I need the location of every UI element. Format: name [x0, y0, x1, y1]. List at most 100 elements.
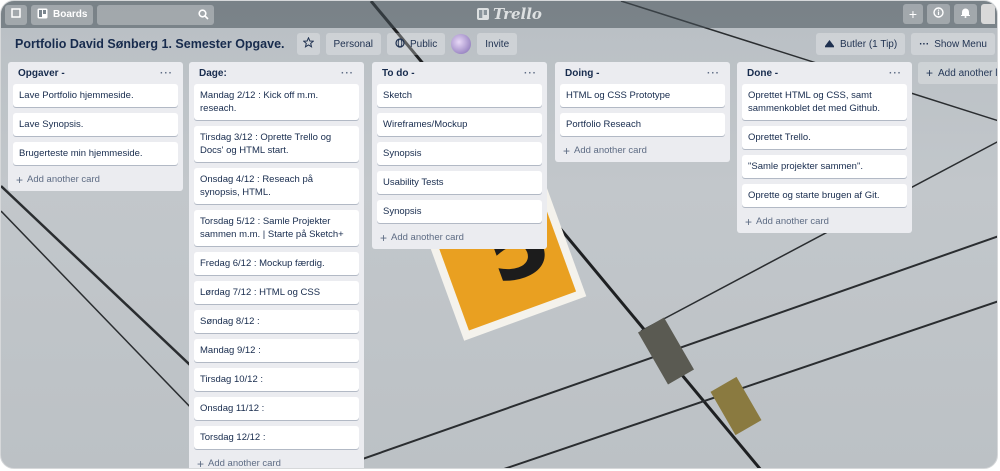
plus-icon: + [745, 214, 753, 229]
list-header[interactable]: To do - ··· [377, 62, 542, 84]
add-card-label: Add another card [756, 216, 829, 227]
personal-label: Personal [333, 38, 373, 50]
star-icon [301, 36, 315, 51]
add-card-button[interactable]: + Add another card [194, 455, 359, 469]
board-header: Portfolio David Sønberg 1. Semester Opga… [1, 31, 997, 57]
add-list-button[interactable]: + Add another list [918, 62, 998, 84]
card[interactable]: Usability Tests [377, 171, 542, 194]
boards-button[interactable]: Boards [31, 4, 94, 25]
info-button[interactable] [927, 4, 950, 24]
list-title[interactable]: Opgaver - [18, 68, 65, 79]
list-menu-icon[interactable]: ··· [160, 68, 173, 79]
card[interactable]: Onsdag 4/12 : Reseach på synopsis, HTML. [194, 168, 359, 204]
notifications-button[interactable] [954, 4, 977, 24]
star-button[interactable] [296, 33, 320, 55]
list-header[interactable]: Done - ··· [742, 62, 907, 84]
bell-icon [960, 7, 971, 21]
list-done: Done - ··· Oprettet HTML og CSS, samt sa… [737, 62, 912, 233]
invite-label: Invite [485, 38, 510, 50]
card[interactable]: Fredag 6/12 : Mockup færdig. [194, 252, 359, 275]
card[interactable]: Lørdag 7/12 : HTML og CSS [194, 281, 359, 304]
plus-icon: + [563, 143, 571, 158]
add-list-label: Add another list [938, 67, 998, 79]
list-menu-icon[interactable]: ··· [341, 68, 354, 79]
invite-button[interactable]: Invite [477, 33, 518, 55]
card[interactable]: Lave Portfolio hjemmeside. [13, 84, 178, 107]
list-doing: Doing - ··· HTML og CSS Prototype Portfo… [555, 62, 730, 162]
card[interactable]: Brugerteste min hjemmeside. [13, 142, 178, 165]
list-opgaver: Opgaver - ··· Lave Portfolio hjemmeside.… [8, 62, 183, 191]
list-header[interactable]: Opgaver - ··· [13, 62, 178, 84]
card[interactable]: Torsdag 12/12 : [194, 426, 359, 449]
card[interactable]: Mandag 2/12 : Kick off m.m. reseach. [194, 84, 359, 120]
list-title[interactable]: Done - [747, 68, 778, 79]
card[interactable]: Portfolio Reseach [560, 113, 725, 136]
board-title[interactable]: Portfolio David Sønberg 1. Semester Opga… [15, 37, 285, 51]
plus-icon: + [197, 456, 205, 469]
card[interactable]: Oprette og starte brugen af Git. [742, 184, 907, 207]
add-card-button[interactable]: + Add another card [560, 142, 725, 158]
card[interactable]: Oprettet HTML og CSS, samt sammenkoblet … [742, 84, 907, 120]
list-title[interactable]: Dage: [199, 68, 227, 79]
member-avatar[interactable] [451, 34, 472, 54]
plus-icon: + [908, 6, 917, 22]
list-to-do: To do - ··· Sketch Wireframes/Mockup Syn… [372, 62, 547, 249]
search-icon [198, 8, 210, 23]
list-menu-icon[interactable]: ··· [707, 68, 720, 79]
card[interactable]: Wireframes/Mockup [377, 113, 542, 136]
trello-logo[interactable]: Trello [477, 5, 542, 23]
plus-icon: + [926, 66, 934, 80]
card[interactable]: Mandag 9/12 : [194, 339, 359, 362]
add-card-label: Add another card [391, 232, 464, 243]
card[interactable]: Tirsdag 3/12 : Oprette Trello og Docs' o… [194, 126, 359, 162]
board-canvas: 5 Boards Trello + [0, 0, 998, 469]
boards-icon [37, 8, 48, 22]
card[interactable]: Lave Synopsis. [13, 113, 178, 136]
add-card-label: Add another card [27, 174, 100, 185]
add-card-label: Add another card [208, 458, 281, 469]
info-icon [933, 7, 944, 21]
card[interactable]: Søndag 8/12 : [194, 310, 359, 333]
card[interactable]: Oprettet Trello. [742, 126, 907, 149]
visibility-public-button[interactable]: Public [386, 33, 446, 55]
ellipsis-icon: ··· [919, 38, 930, 50]
add-card-button[interactable]: + Add another card [742, 213, 907, 229]
user-avatar[interactable] [981, 4, 995, 24]
card[interactable]: Sketch [377, 84, 542, 107]
butler-button[interactable]: Butler (1 Tip) [815, 33, 906, 55]
card[interactable]: Onsdag 11/12 : [194, 397, 359, 420]
globe-icon [395, 37, 405, 51]
list-menu-icon[interactable]: ··· [889, 68, 902, 79]
card[interactable]: Tirsdag 10/12 : [194, 368, 359, 391]
home-button[interactable] [5, 4, 27, 25]
butler-icon [824, 38, 835, 51]
card[interactable]: Synopsis [377, 142, 542, 165]
show-menu-label: Show Menu [934, 38, 987, 50]
add-card-button[interactable]: + Add another card [377, 229, 542, 245]
list-title[interactable]: To do - [382, 68, 415, 79]
add-card-label: Add another card [574, 145, 647, 156]
boards-label: Boards [53, 9, 88, 20]
add-card-button[interactable]: + Add another card [13, 171, 178, 187]
card[interactable]: HTML og CSS Prototype [560, 84, 725, 107]
trello-logo-icon [477, 8, 489, 20]
list-header[interactable]: Doing - ··· [560, 62, 725, 84]
butler-label: Butler (1 Tip) [839, 38, 898, 50]
plus-icon: + [380, 230, 388, 245]
show-menu-button[interactable]: ··· Show Menu [911, 33, 995, 55]
public-label: Public [409, 38, 438, 50]
card[interactable]: Torsdag 5/12 : Samle Projekter sammen m.… [194, 210, 359, 246]
list-menu-icon[interactable]: ··· [524, 68, 537, 79]
card[interactable]: Synopsis [377, 200, 542, 223]
create-button[interactable]: + [902, 4, 923, 24]
list-header[interactable]: Dage: ··· [194, 62, 359, 84]
visibility-personal-button[interactable]: Personal [325, 33, 381, 55]
card[interactable]: "Samle projekter sammen". [742, 155, 907, 178]
list-title[interactable]: Doing - [565, 68, 599, 79]
home-icon [11, 8, 21, 21]
search-input[interactable] [97, 4, 215, 25]
top-navigation-bar: Boards Trello + [1, 1, 997, 28]
plus-icon: + [16, 172, 24, 187]
trello-logo-text: Trello [493, 5, 542, 23]
list-dage: Dage: ··· Mandag 2/12 : Kick off m.m. re… [189, 62, 364, 469]
